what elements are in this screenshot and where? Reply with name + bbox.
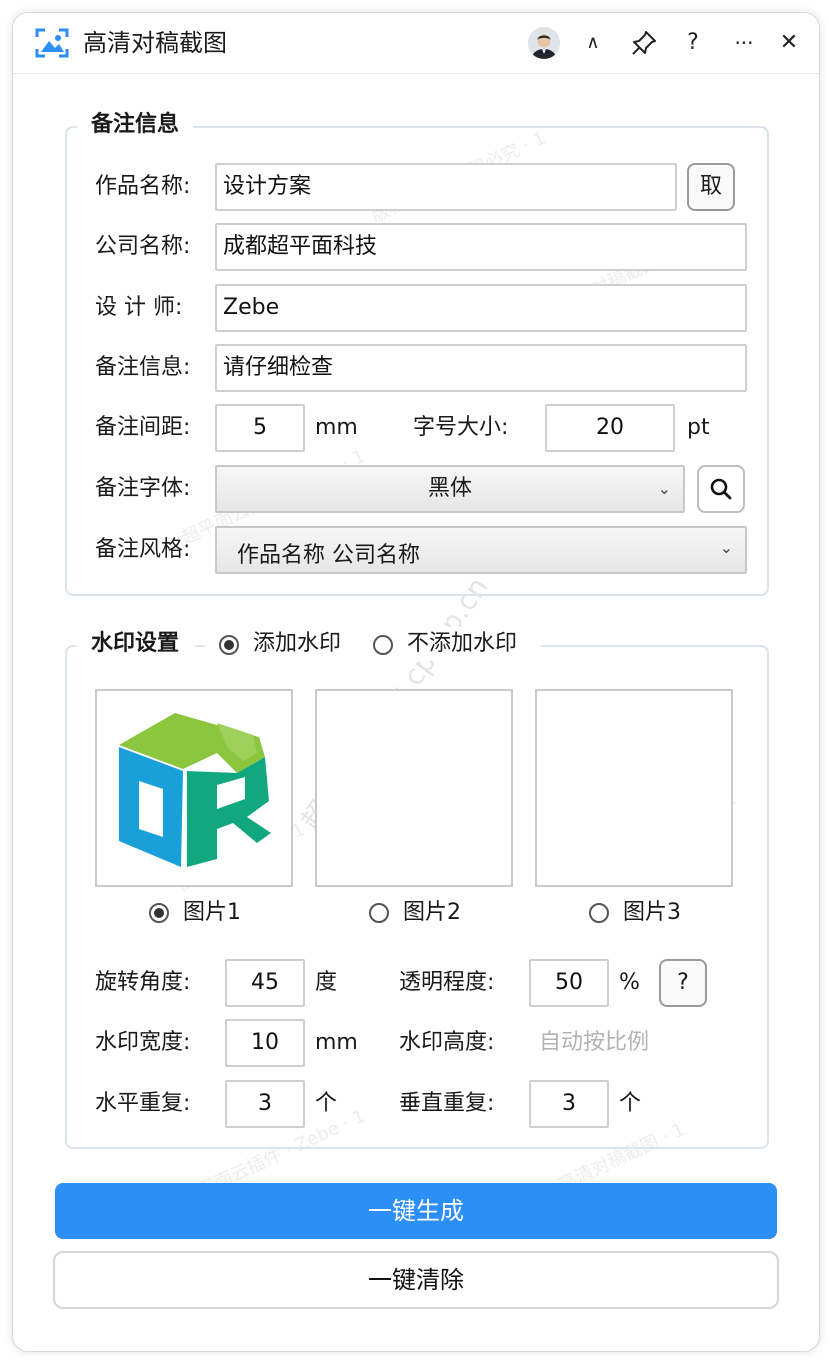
font-select[interactable]: 黑体 ⌄: [215, 465, 685, 513]
rotation-label: 旋转角度:: [95, 970, 191, 995]
pin-icon: [632, 31, 656, 55]
spacing-input[interactable]: 5: [215, 404, 305, 452]
designer-input[interactable]: Zebe: [215, 284, 747, 332]
designer-label: 设 计 师:: [95, 295, 183, 320]
h-repeat-input[interactable]: 3: [225, 1080, 305, 1128]
rotation-input[interactable]: 45: [225, 959, 305, 1007]
more-button[interactable]: ···: [727, 27, 761, 59]
v-repeat-label: 垂直重复:: [399, 1091, 495, 1116]
height-label: 水印高度:: [399, 1030, 495, 1055]
help-button[interactable]: ?: [681, 27, 705, 59]
collapse-button[interactable]: ∧: [579, 27, 607, 59]
style-select-value: 作品名称 公司名称: [237, 543, 420, 568]
opacity-label: 透明程度:: [399, 970, 495, 995]
app-window: 高清对稿截图 ∧ ? ··· ✕ 超平面云插件 cpxcp.cn 版权所有 · …: [12, 12, 820, 1352]
chevron-down-icon: ⌄: [719, 538, 733, 557]
watermark-mode-group: 添加水印 不添加水印: [205, 627, 541, 661]
v-repeat-input[interactable]: 3: [529, 1080, 609, 1128]
search-icon: [710, 478, 732, 500]
h-repeat-label: 水平重复:: [95, 1091, 191, 1116]
rotation-unit: 度: [315, 970, 338, 995]
work-name-label: 作品名称:: [95, 174, 191, 199]
opacity-help-button[interactable]: ?: [659, 959, 707, 1007]
watermark-image-1[interactable]: [95, 689, 293, 887]
chevron-down-icon: ⌄: [657, 479, 671, 498]
spacing-unit: mm: [315, 415, 358, 440]
notes-legend: 备注信息: [77, 110, 194, 140]
no-watermark-radio[interactable]: [373, 635, 393, 655]
work-name-input[interactable]: 设计方案: [215, 163, 677, 211]
company-input[interactable]: 成都超平面科技: [215, 223, 747, 271]
h-repeat-unit: 个: [315, 1091, 338, 1116]
font-select-value: 黑体: [427, 476, 472, 501]
v-repeat-unit: 个: [619, 1091, 642, 1116]
image-1-label[interactable]: 图片1: [183, 889, 241, 937]
generate-button[interactable]: 一键生成: [55, 1183, 777, 1239]
remark-label: 备注信息:: [95, 355, 191, 380]
watermark-image-3[interactable]: [535, 689, 733, 887]
close-button[interactable]: ✕: [775, 27, 803, 59]
font-search-button[interactable]: [697, 465, 745, 513]
pin-button[interactable]: [629, 27, 659, 59]
remark-input[interactable]: 请仔细检查: [215, 344, 747, 392]
watermark-legend: 水印设置: [77, 629, 196, 659]
image-2-label[interactable]: 图片2: [403, 889, 461, 937]
user-avatar[interactable]: [528, 27, 560, 59]
image-3-radio[interactable]: [589, 903, 609, 923]
title-bar: 高清对稿截图 ∧ ? ··· ✕: [13, 13, 819, 74]
pick-name-button[interactable]: 取: [687, 163, 735, 211]
add-watermark-label[interactable]: 添加水印: [253, 620, 341, 668]
clear-button[interactable]: 一键清除: [53, 1251, 779, 1309]
image-3-label[interactable]: 图片3: [623, 889, 681, 937]
screenshot-image-icon: [35, 28, 69, 58]
image-2-radio[interactable]: [369, 903, 389, 923]
dr-logo-image: [119, 713, 271, 867]
font-label: 备注字体:: [95, 476, 191, 501]
font-size-unit: pt: [687, 415, 710, 440]
add-watermark-radio[interactable]: [219, 635, 239, 655]
style-select[interactable]: 作品名称 公司名称 ⌄: [215, 526, 747, 574]
image-1-radio[interactable]: [149, 903, 169, 923]
width-input[interactable]: 10: [225, 1019, 305, 1067]
spacing-label: 备注间距:: [95, 415, 191, 440]
opacity-unit: %: [619, 970, 640, 995]
height-value: 自动按比例: [539, 1030, 650, 1055]
watermark-image-2[interactable]: [315, 689, 513, 887]
no-watermark-label[interactable]: 不添加水印: [407, 620, 517, 668]
window-title: 高清对稿截图: [83, 29, 227, 57]
width-unit: mm: [315, 1030, 358, 1055]
opacity-input[interactable]: 50: [529, 959, 609, 1007]
style-label: 备注风格:: [95, 537, 191, 562]
font-size-label: 字号大小:: [413, 415, 509, 440]
company-label: 公司名称:: [95, 234, 191, 259]
width-label: 水印宽度:: [95, 1030, 191, 1055]
font-size-input[interactable]: 20: [545, 404, 675, 452]
